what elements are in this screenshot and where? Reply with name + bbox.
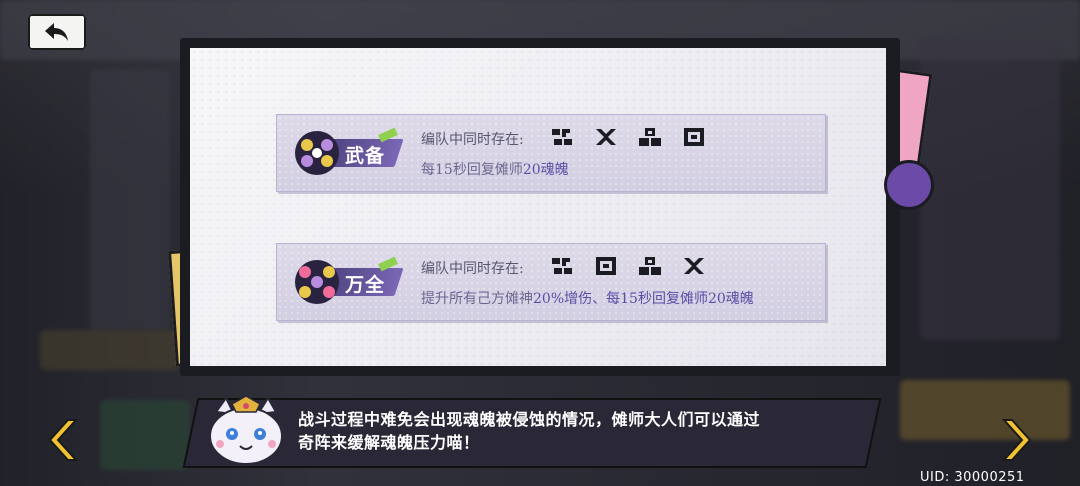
wubei-emblem-icon	[295, 131, 339, 175]
effect-highlight: 20%增伤	[533, 291, 593, 307]
glyph-icon-2	[596, 129, 616, 145]
back-arrow-icon	[45, 23, 68, 41]
effect-highlight: 20魂魄	[522, 162, 569, 178]
glyph-icon-1	[552, 258, 572, 274]
combo-card-wanquan: 万全 编队中同时存在: 提升所有己方傩神20%增伤、每15秒回复傩师20魂魄	[276, 243, 826, 321]
requirement-label: 编队中同时存在:	[421, 261, 524, 277]
wanquan-emblem-icon	[295, 260, 339, 304]
requirement-label: 编队中同时存在:	[421, 132, 524, 148]
effect-prefix: 每15秒回复傩师	[421, 162, 523, 178]
combo-card-wubei: 武备 编队中同时存在: 每15秒回复傩师20魂魄	[276, 114, 826, 192]
panel-content: 武备 编队中同时存在: 每15秒回复傩师20魂魄 万全 编队中同时存在: 提升所…	[190, 48, 886, 366]
effect-suffix: 、每15秒回复傩师20魂魄	[592, 291, 754, 307]
glyph-icon-4	[596, 257, 616, 275]
combo-badge: 万全	[291, 256, 404, 308]
glyph-icon-2	[684, 258, 704, 274]
combo-effect: 每15秒回复傩师20魂魄	[421, 159, 569, 179]
previous-arrow-button[interactable]	[42, 418, 80, 462]
effect-prefix: 提升所有己方傩神	[421, 291, 533, 307]
glyph-icon-3	[639, 257, 661, 275]
dialog-line-2: 奇阵来缓解魂魄压力喵！	[298, 433, 480, 452]
dialog-content: 战斗过程中难免会出现魂魄被侵蚀的情况，傩师大人们可以通过 奇阵来缓解魂魄压力喵！	[200, 402, 860, 460]
combo-effect: 提升所有己方傩神20%增伤、每15秒回复傩师20魂魄	[421, 288, 754, 308]
formation-panel: 武备 编队中同时存在: 每15秒回复傩师20魂魄 万全 编队中同时存在: 提升所…	[180, 38, 900, 376]
glyph-icon-3	[639, 128, 661, 146]
dialog-line-1: 战斗过程中难免会出现魂魄被侵蚀的情况，傩师大人们可以通过	[298, 410, 761, 429]
requirement-icons	[549, 126, 707, 148]
combo-name: 武备	[345, 145, 386, 167]
dialog-text: 战斗过程中难免会出现魂魄被侵蚀的情况，傩师大人们可以通过 奇阵来缓解魂魄压力喵！	[298, 408, 858, 454]
uid-label: UID: 30000251	[920, 470, 1025, 485]
combo-badge: 武备	[291, 127, 404, 179]
glyph-icon-1	[552, 129, 572, 145]
decorative-circle	[884, 160, 934, 210]
next-arrow-button[interactable]	[1000, 418, 1038, 462]
glyph-icon-4	[684, 128, 704, 146]
requirement-icons	[549, 255, 707, 277]
combo-name: 万全	[345, 274, 386, 296]
back-button[interactable]	[28, 14, 86, 50]
